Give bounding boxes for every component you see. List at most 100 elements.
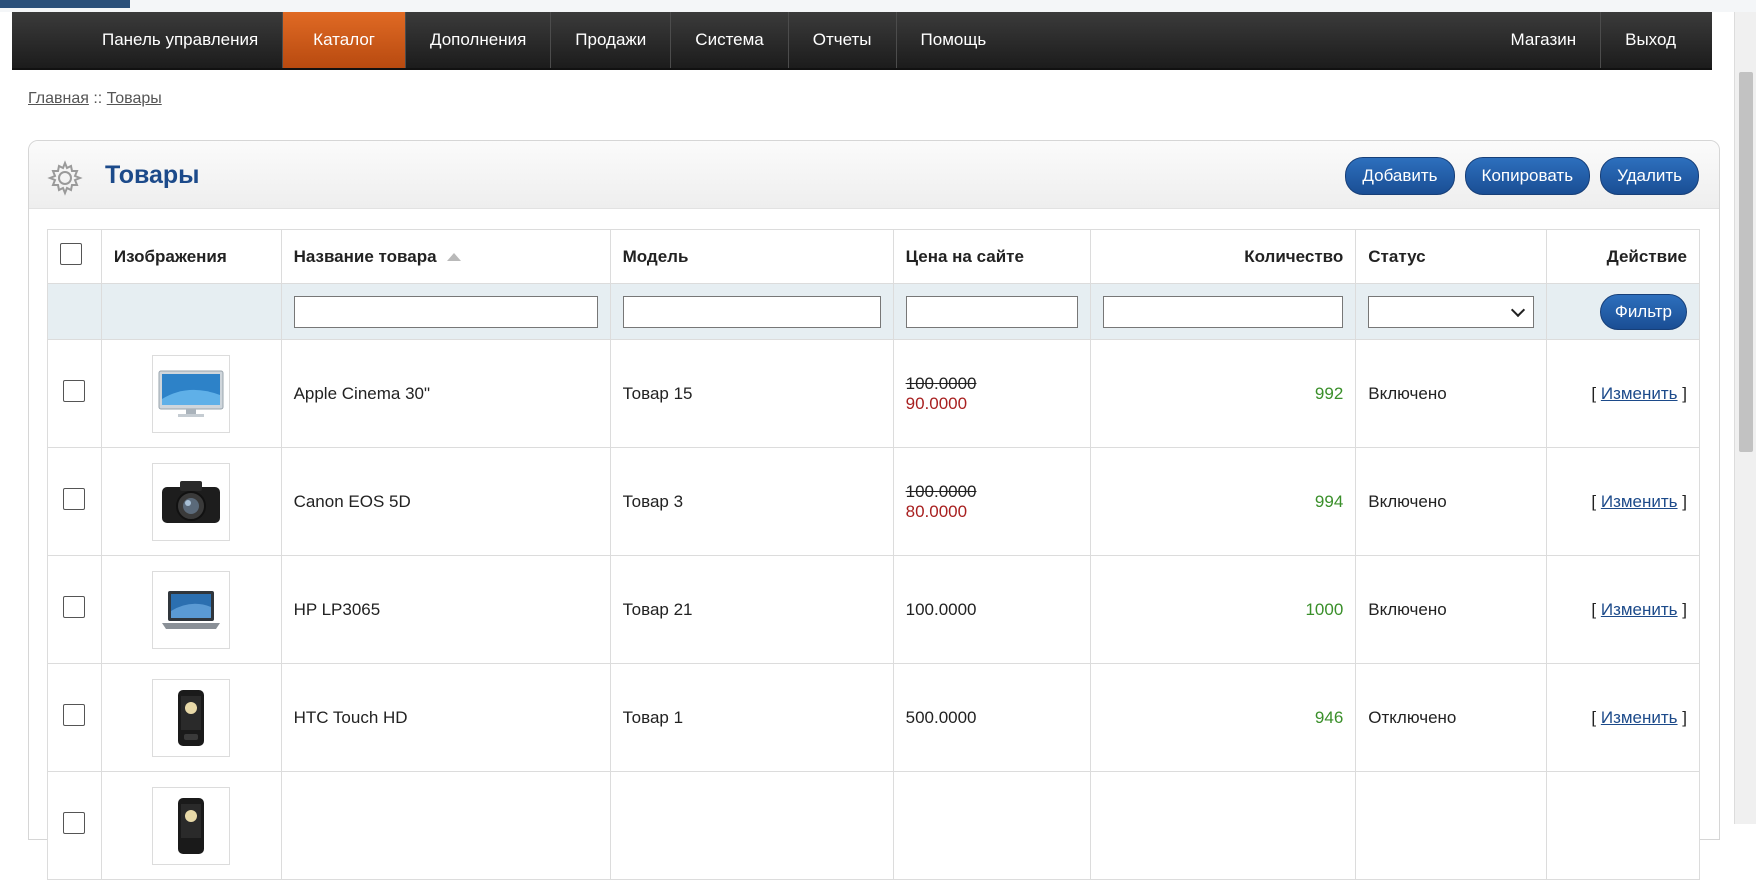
column-header-model[interactable]: Модель (609, 229, 894, 284)
filter-button[interactable]: Фильтр (1599, 293, 1687, 330)
camera-icon (162, 480, 221, 523)
product-thumbnail[interactable] (152, 786, 231, 865)
column-header-quantity[interactable]: Количество (1090, 229, 1357, 284)
column-header-status[interactable]: Статус (1355, 229, 1548, 284)
row-checkbox[interactable] (63, 704, 86, 726)
row-select-cell (47, 447, 102, 556)
edit-link[interactable]: Изменить (1601, 708, 1678, 727)
page-title: Товары (105, 161, 200, 189)
edit-link[interactable]: Изменить (1601, 492, 1678, 511)
filter-cell-empty (100, 283, 282, 340)
product-model (609, 771, 894, 880)
product-thumbnail[interactable] (152, 462, 231, 541)
table-row: Canon EOS 5D Товар 3 100.0000 80.0000 99… (47, 447, 1700, 556)
products-panel: Товары Добавить Копировать Удалить Изобр… (28, 140, 1720, 880)
product-thumbnail[interactable] (152, 570, 231, 649)
image-cell (100, 447, 282, 556)
table-row (47, 771, 1700, 880)
copy-button[interactable]: Копировать (1464, 157, 1591, 195)
image-cell (100, 339, 282, 448)
action-cell: [ Изменить ] (1546, 555, 1700, 664)
row-select-cell (47, 339, 102, 448)
row-checkbox[interactable] (63, 380, 86, 402)
filter-name-input[interactable] (293, 295, 598, 328)
scrollbar-thumb[interactable] (1739, 72, 1753, 452)
product-model: Товар 3 (609, 447, 894, 556)
nav-right: Магазин Выход (1487, 12, 1700, 68)
breadcrumb: Главная :: Товары (28, 90, 162, 108)
nav-item-help[interactable]: Помощь (897, 12, 1011, 68)
product-status: Включено (1355, 447, 1548, 556)
product-model: Товар 1 (609, 663, 894, 772)
column-header-name-label: Название товара (293, 246, 437, 266)
phone-icon (178, 689, 205, 746)
row-checkbox[interactable] (63, 812, 86, 834)
action-cell (1546, 771, 1700, 880)
filter-cell-price (892, 283, 1092, 340)
nav-item-dashboard[interactable]: Панель управления (78, 12, 284, 68)
breadcrumb-current-link[interactable]: Товары (107, 90, 162, 107)
filter-status-select[interactable] (1368, 295, 1535, 328)
add-button[interactable]: Добавить (1345, 157, 1455, 195)
nav-item-extensions[interactable]: Дополнения (406, 12, 552, 68)
nav-item-reports[interactable]: Отчеты (789, 12, 897, 68)
product-name: HP LP3065 (280, 555, 611, 664)
edit-link[interactable]: Изменить (1601, 384, 1678, 403)
panel-header: Товары Добавить Копировать Удалить (29, 141, 1719, 209)
edit-link[interactable]: Изменить (1601, 600, 1678, 619)
table-row: HP LP3065 Товар 21 100.0000 1000 Включен… (47, 555, 1700, 664)
products-table: Изображения Название товара Модель Цена … (47, 229, 1700, 880)
product-thumbnail[interactable] (152, 354, 231, 433)
nav-item-store[interactable]: Магазин (1487, 12, 1602, 68)
filter-model-input[interactable] (622, 295, 881, 328)
page-scrollbar[interactable] (1734, 12, 1756, 824)
product-price: 100.0000 (892, 555, 1092, 664)
old-price: 100.0000 (905, 373, 977, 393)
filter-cell-model (609, 283, 894, 340)
nav-item-logout[interactable]: Выход (1601, 12, 1700, 68)
product-name (280, 771, 611, 880)
column-header-image: Изображения (100, 229, 282, 284)
product-quantity: 992 (1090, 339, 1357, 448)
filter-cell-empty (47, 283, 102, 340)
nav-item-catalog[interactable]: Каталог (283, 12, 406, 68)
filter-quantity-input[interactable] (1103, 295, 1344, 328)
product-name: HTC Touch HD (280, 663, 611, 772)
chevron-down-icon (1511, 302, 1526, 317)
breadcrumb-home-link[interactable]: Главная (28, 90, 89, 107)
action-cell: [ Изменить ] (1546, 447, 1700, 556)
column-header-action: Действие (1546, 229, 1700, 284)
image-cell (100, 663, 282, 772)
column-header-price[interactable]: Цена на сайте (892, 229, 1092, 284)
row-checkbox[interactable] (63, 596, 86, 618)
column-header-name[interactable]: Название товара (280, 229, 611, 284)
filter-price-input[interactable] (905, 295, 1079, 328)
top-navbar: Панель управления Каталог Дополнения Про… (12, 12, 1712, 70)
row-checkbox[interactable] (63, 488, 86, 510)
row-select-cell (47, 663, 102, 772)
filter-row: Фильтр (47, 283, 1700, 340)
image-cell (100, 771, 282, 880)
nav-item-system[interactable]: Система (671, 12, 789, 68)
top-strip (0, 0, 1756, 12)
product-quantity: 1000 (1090, 555, 1357, 664)
product-status: Отключено (1355, 663, 1548, 772)
monitor-icon (158, 370, 224, 417)
breadcrumb-separator: :: (93, 90, 103, 107)
nav-left: Панель управления Каталог Дополнения Про… (78, 12, 1010, 68)
product-price: 500.0000 (892, 663, 1092, 772)
product-price: 100.0000 80.0000 (892, 447, 1092, 556)
product-model: Товар 21 (609, 555, 894, 664)
row-select-cell (47, 555, 102, 664)
select-all-checkbox[interactable] (60, 243, 82, 265)
delete-button[interactable]: Удалить (1600, 157, 1699, 195)
product-status: Включено (1355, 339, 1548, 448)
product-thumbnail[interactable] (152, 678, 231, 757)
product-name: Apple Cinema 30" (280, 339, 611, 448)
nav-item-sales[interactable]: Продажи (551, 12, 672, 68)
filter-cell-action: Фильтр (1546, 283, 1700, 340)
image-cell (100, 555, 282, 664)
table-row: HTC Touch HD Товар 1 500.0000 946 Отключ… (47, 663, 1700, 772)
panel-actions: Добавить Копировать Удалить (1345, 157, 1699, 195)
laptop-icon (162, 590, 221, 629)
